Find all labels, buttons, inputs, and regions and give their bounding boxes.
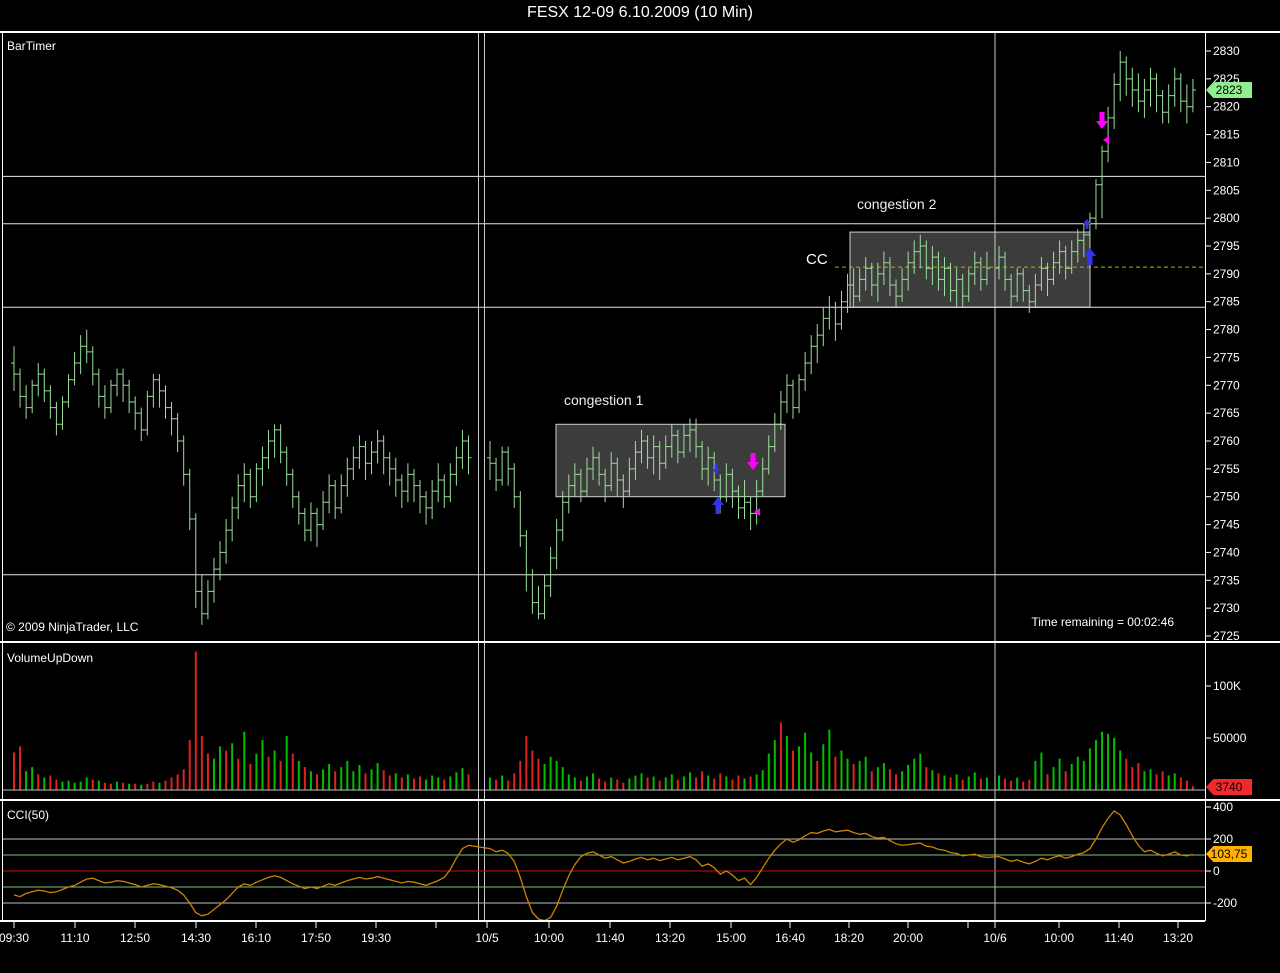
bartimer-label: BarTimer bbox=[7, 39, 56, 53]
price-tick-label: 2775 bbox=[1213, 350, 1240, 364]
price-tick-label: 2760 bbox=[1213, 434, 1240, 448]
time-tick-label: 14:30 bbox=[181, 931, 211, 945]
last-volume-tag: 3740 bbox=[1206, 779, 1252, 795]
time-tick-label: 17:50 bbox=[301, 931, 331, 945]
volume-tick-label: 50000 bbox=[1213, 731, 1247, 745]
time-tick-label: 11:40 bbox=[1104, 931, 1133, 945]
price-tick-label: 2795 bbox=[1213, 239, 1240, 253]
up-arrow-icon bbox=[712, 497, 724, 514]
chart-window: FESX 12-09 6.10.2009 (10 Min) 2725 2730 27… bbox=[0, 0, 1280, 973]
cci-line bbox=[13, 810, 1194, 922]
time-tick-label: 15:00 bbox=[716, 931, 746, 945]
volume-tick-label: 100K bbox=[1213, 679, 1241, 693]
price-tick-label: 2790 bbox=[1213, 267, 1240, 281]
price-tick-label: 2780 bbox=[1213, 323, 1240, 337]
cci-tick-label: -200 bbox=[1213, 896, 1237, 910]
chart-canvas[interactable]: 2725 2730 2735 2740 2745 2750 2755 2760 2765 2770… bbox=[0, 0, 1280, 973]
time-tick-label: 13:20 bbox=[655, 931, 685, 945]
copyright-label: © 2009 NinjaTrader, LLC bbox=[6, 620, 139, 634]
time-tick-label: 10/5 bbox=[475, 931, 499, 945]
chart-right-border bbox=[1205, 33, 1206, 921]
price-tick-label: 2750 bbox=[1213, 490, 1240, 504]
cci-tick-label: 200 bbox=[1213, 832, 1233, 846]
price-tick-label: 2815 bbox=[1213, 128, 1240, 142]
price-tick-label: 2765 bbox=[1213, 406, 1240, 420]
time-tick-label: 10:00 bbox=[1044, 931, 1074, 945]
volume-axis[interactable]: 100K 50000 bbox=[1205, 679, 1247, 745]
time-tick-label: 18:20 bbox=[834, 931, 864, 945]
time-tick-label: 13:20 bbox=[1163, 931, 1193, 945]
panel-separator bbox=[0, 641, 1280, 643]
volume-up-bars[interactable] bbox=[25, 729, 1176, 790]
price-tick-label: 2820 bbox=[1213, 100, 1240, 114]
last-cci-tag: 103,75 bbox=[1206, 846, 1252, 862]
down-arrow-icon bbox=[1096, 112, 1108, 129]
volume-indicator-label: VolumeUpDown bbox=[7, 651, 94, 665]
time-tick-label: 11:10 bbox=[60, 931, 89, 945]
price-tick-label: 2745 bbox=[1213, 518, 1240, 532]
panel-separator bbox=[0, 31, 1280, 33]
price-tick-label: 2735 bbox=[1213, 573, 1240, 587]
cci-tick-label: 0 bbox=[1213, 864, 1220, 878]
price-tick-label: 2740 bbox=[1213, 545, 1240, 559]
price-tick-label: 2730 bbox=[1213, 601, 1240, 615]
cci-tick-label: 400 bbox=[1213, 800, 1233, 814]
price-tick-label: 2785 bbox=[1213, 295, 1240, 309]
volume-down-bars[interactable] bbox=[13, 651, 1194, 790]
price-bars[interactable] bbox=[11, 51, 1196, 625]
time-tick-label: 10/6 bbox=[983, 931, 1007, 945]
time-remaining-label: Time remaining = 00:02:46 bbox=[1031, 615, 1174, 629]
price-tick-label: 2805 bbox=[1213, 183, 1240, 197]
congestion-boxes bbox=[555, 231, 1091, 498]
price-tick-label: 2725 bbox=[1213, 629, 1240, 643]
cc-line-label: CC bbox=[806, 251, 828, 268]
price-tick-label: 2770 bbox=[1213, 378, 1240, 392]
time-axis[interactable]: 09:30 11:10 12:50 14:30 16:10 17:50 19:30 10/5 1… bbox=[0, 922, 1193, 945]
chart-left-border bbox=[2, 33, 3, 921]
panel-separator bbox=[0, 799, 1280, 801]
price-tick-label: 2755 bbox=[1213, 462, 1240, 476]
congestion-2-label: congestion 2 bbox=[857, 196, 937, 212]
time-tick-label: 09:30 bbox=[0, 931, 29, 945]
panel-separator bbox=[0, 920, 1205, 922]
time-tick-label: 12:50 bbox=[120, 931, 150, 945]
price-tick-label: 2810 bbox=[1213, 155, 1240, 169]
time-tick-label: 16:10 bbox=[241, 931, 271, 945]
time-tick-label: 20:00 bbox=[893, 931, 923, 945]
time-tick-label: 11:40 bbox=[595, 931, 624, 945]
price-tick-label: 2800 bbox=[1213, 211, 1240, 225]
cci-indicator-label: CCI(50) bbox=[7, 808, 50, 822]
time-tick-label: 10:00 bbox=[534, 931, 564, 945]
last-price-tag: 2823 bbox=[1206, 82, 1252, 98]
time-tick-label: 19:30 bbox=[361, 931, 391, 945]
price-axis[interactable]: 2725 2730 2735 2740 2745 2750 2755 2760 2765 2770… bbox=[1205, 44, 1240, 643]
price-tick-label: 2830 bbox=[1213, 44, 1240, 58]
time-tick-label: 16:40 bbox=[775, 931, 805, 945]
tri-left-arrow-icon bbox=[1103, 136, 1109, 144]
congestion-1-label: congestion 1 bbox=[564, 392, 644, 408]
